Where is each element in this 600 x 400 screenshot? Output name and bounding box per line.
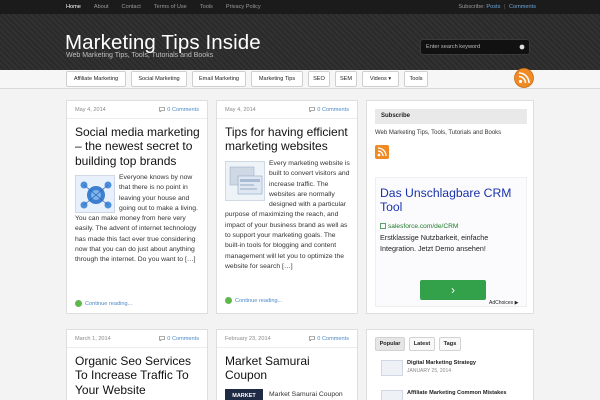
post-meta: May 4, 2014 0 Comments: [67, 101, 207, 119]
post-comments-link[interactable]: 0 Comments: [159, 336, 199, 342]
post-comments-link[interactable]: 0 Comments: [159, 107, 199, 113]
post-meta: March 1, 2014 0 Comments: [67, 330, 207, 348]
popular-post-title[interactable]: Affiliate Marketing Common Mistakes: [407, 390, 506, 396]
site-description: Web Marketing Tips, Tools, Tutorials and…: [66, 52, 214, 59]
post-date: May 4, 2014: [75, 107, 106, 113]
comment-icon: [159, 107, 166, 113]
continue-reading-label: Continue reading...: [235, 298, 283, 304]
comment-icon: [309, 107, 316, 113]
popular-post-thumbnail: [381, 390, 403, 400]
post-card: February 23, 2014 0 Comments Market Samu…: [216, 329, 358, 400]
main-nav: Affiliate Marketing Social Marketing Ema…: [0, 70, 600, 89]
search-input[interactable]: [426, 42, 514, 52]
continue-reading-label: Continue reading...: [85, 301, 133, 307]
post-date: March 1, 2014: [75, 336, 111, 342]
social-network-image: [76, 176, 114, 212]
nav-marketing-tips[interactable]: Marketing Tips: [251, 71, 303, 87]
ad-body: Erstklassige Nutzbarkeit, einfache Integ…: [380, 233, 489, 253]
topnav-about[interactable]: About: [94, 0, 109, 14]
comments-count: 0 Comments: [317, 107, 349, 113]
post-title[interactable]: Organic Seo Services To Increase Traffic…: [75, 354, 205, 397]
nav-sem[interactable]: SEM: [335, 71, 357, 87]
popular-post-thumbnail: [381, 360, 403, 376]
site-header: Marketing Tips Inside Web Marketing Tips…: [0, 14, 600, 70]
topnav-terms[interactable]: Terms of Use: [154, 0, 187, 14]
post-date: May 4, 2014: [225, 107, 256, 113]
post-excerpt: Market Samurai Coupon: [269, 391, 343, 398]
popular-post-title[interactable]: Digital Marketing Strategy: [407, 360, 476, 366]
topnav-tools[interactable]: Tools: [200, 0, 213, 14]
top-bar: Home About Contact Terms of Use Tools Pr…: [0, 0, 600, 14]
subscribe-widget-title: Subscribe: [375, 109, 527, 124]
ad-url[interactable]: salesforce.com/de/CRM: [380, 223, 458, 230]
post-thumbnail[interactable]: MARKET: [225, 389, 263, 400]
thumbnail-label: MARKET: [232, 393, 256, 399]
search-icon[interactable]: [519, 44, 525, 50]
sidebar-widget: Subscribe Web Marketing Tips, Tools, Tut…: [366, 100, 534, 314]
nav-tools[interactable]: Tools: [404, 71, 428, 87]
link-icon: [380, 223, 386, 229]
comments-count: 0 Comments: [317, 336, 349, 342]
adchoices-link[interactable]: AdChoices ▶: [489, 300, 518, 306]
subscribe-separator: |: [503, 4, 506, 10]
popular-post-item[interactable]: Digital Marketing Strategy JANUARY 25, 2…: [375, 358, 529, 380]
topnav-home[interactable]: Home: [66, 0, 81, 14]
nav-social-marketing[interactable]: Social Marketing: [131, 71, 187, 87]
post-excerpt-wrap: Everyone knows by now that there is no p…: [75, 173, 199, 266]
ad-title[interactable]: Das Unschlagbare CRM Tool: [380, 186, 520, 214]
comments-count: 0 Comments: [167, 336, 199, 342]
continue-reading-link[interactable]: Continue reading...: [75, 300, 132, 307]
rss-icon[interactable]: [514, 68, 534, 88]
subscribe-links: Subscribe: Posts | Comments: [458, 0, 536, 14]
tab-popular[interactable]: Popular: [375, 337, 405, 351]
post-comments-link[interactable]: 0 Comments: [309, 336, 349, 342]
nav-affiliate-marketing[interactable]: Affiliate Marketing: [66, 71, 126, 87]
post-excerpt-wrap: Every marketing website is built to conv…: [225, 159, 351, 272]
continue-reading-link[interactable]: Continue reading...: [225, 297, 282, 304]
nav-seo[interactable]: SEO: [308, 71, 330, 87]
subscribe-comments-link[interactable]: Comments: [509, 4, 536, 10]
nav-email-marketing[interactable]: Email Marketing: [192, 71, 246, 87]
post-meta: May 4, 2014 0 Comments: [217, 101, 357, 119]
topnav-contact[interactable]: Contact: [122, 0, 141, 14]
subscribe-widget-text: Web Marketing Tips, Tools, Tutorials and…: [375, 130, 502, 136]
post-meta: February 23, 2014 0 Comments: [217, 330, 357, 348]
ad-arrow-button[interactable]: ›: [420, 280, 486, 300]
search-box: [420, 39, 530, 55]
nav-videos[interactable]: Videos ▾: [362, 71, 399, 87]
popular-post-item[interactable]: Affiliate Marketing Common Mistakes: [375, 388, 529, 400]
ad-url-text: salesforce.com/de/CRM: [388, 223, 459, 230]
post-card: March 1, 2014 0 Comments Organic Seo Ser…: [66, 329, 208, 400]
arrow-icon: [225, 297, 232, 304]
post-title[interactable]: Market Samurai Coupon: [225, 354, 355, 383]
subscribe-posts-link[interactable]: Posts: [486, 4, 500, 10]
tab-latest[interactable]: Latest: [409, 337, 435, 351]
top-nav: Home About Contact Terms of Use Tools Pr…: [66, 0, 274, 14]
post-comments-link[interactable]: 0 Comments: [309, 107, 349, 113]
comments-count: 0 Comments: [167, 107, 199, 113]
tabbed-widget: Popular Latest Tags Digital Marketing St…: [366, 329, 534, 400]
website-screens-image: [226, 162, 264, 200]
post-card: May 4, 2014 0 Comments Social media mark…: [66, 100, 208, 314]
advertisement[interactable]: Das Unschlagbare CRM Tool salesforce.com…: [375, 177, 527, 307]
popular-post-date: JANUARY 25, 2014: [407, 368, 452, 374]
subscribe-label: Subscribe:: [458, 4, 485, 10]
topnav-privacy[interactable]: Privacy Policy: [226, 0, 261, 14]
post-thumbnail[interactable]: [75, 175, 115, 213]
post-card: May 4, 2014 0 Comments Tips for having e…: [216, 100, 358, 314]
post-title[interactable]: Social media marketing – the newest secr…: [75, 125, 203, 168]
comment-icon: [309, 336, 316, 342]
post-title[interactable]: Tips for having efficient marketing webs…: [225, 125, 357, 154]
tab-tags[interactable]: Tags: [439, 337, 461, 351]
post-thumbnail[interactable]: [225, 161, 265, 201]
post-date: February 23, 2014: [225, 336, 271, 342]
arrow-icon: [75, 300, 82, 307]
rss-feed-icon[interactable]: [375, 145, 389, 159]
comment-icon: [159, 336, 166, 342]
